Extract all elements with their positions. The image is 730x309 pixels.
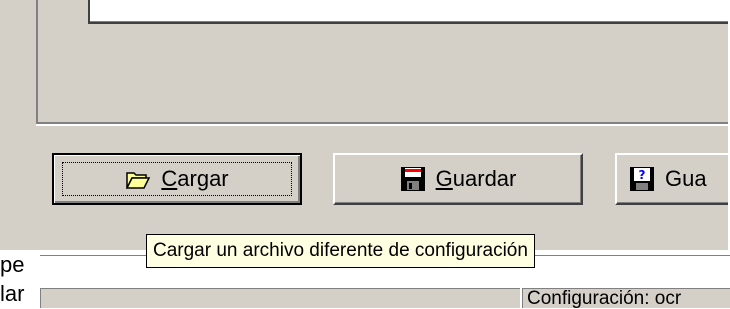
config-status-field: Configuración: ocr — [522, 288, 730, 309]
inner-frame — [88, 0, 730, 24]
save-as-button[interactable]: ? Gua — [615, 153, 730, 205]
dialog-body: Cargar Guardar ? Gua — [0, 0, 730, 250]
upper-panel — [0, 0, 730, 128]
open-folder-icon — [125, 166, 151, 192]
save-button-label: Guardar — [435, 166, 517, 191]
focus-rectangle — [62, 162, 292, 196]
config-path-field[interactable] — [40, 288, 520, 308]
floppy-disk-icon — [400, 166, 426, 192]
config-status-text: Configuración: ocr — [527, 289, 682, 309]
save-as-button-label: Gua — [665, 166, 707, 191]
svg-text:?: ? — [639, 168, 646, 182]
side-label-line1: pe — [0, 252, 25, 277]
floppy-help-icon: ? — [629, 166, 655, 192]
side-label-line2: lar — [0, 281, 25, 306]
panel-border-left — [36, 0, 38, 126]
panel-highlight-bottom — [36, 124, 730, 126]
save-button[interactable]: Guardar — [333, 153, 583, 205]
load-button[interactable]: Cargar — [52, 153, 302, 205]
tooltip: Cargar un archivo diferente de configura… — [146, 234, 535, 268]
